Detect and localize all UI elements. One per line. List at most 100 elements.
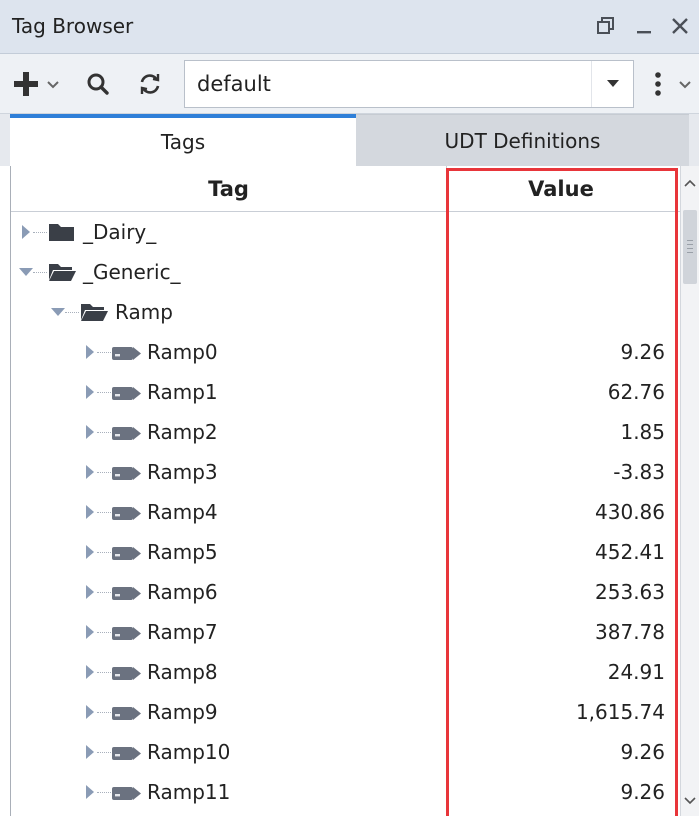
expand-arrow-icon[interactable]: [83, 664, 97, 680]
tag-name: Ramp1: [147, 380, 218, 404]
tag-cell[interactable]: Ramp5: [11, 532, 447, 572]
restore-icon[interactable]: [588, 8, 624, 44]
close-icon[interactable]: [662, 8, 698, 44]
tag-icon: [111, 460, 141, 484]
expand-arrow-icon[interactable]: [83, 384, 97, 400]
table-row[interactable]: _Generic_: [11, 252, 680, 292]
tag-icon: [111, 580, 141, 604]
refresh-icon: [140, 74, 160, 94]
scroll-down-icon[interactable]: [681, 792, 699, 810]
tag-icon: [111, 660, 141, 684]
expand-arrow-icon[interactable]: [83, 744, 97, 760]
tag-cell[interactable]: Ramp6: [11, 572, 447, 612]
tag-cell[interactable]: Ramp7: [11, 612, 447, 652]
expand-arrow-icon[interactable]: [19, 224, 33, 240]
tag-cell[interactable]: Ramp8: [11, 652, 447, 692]
scrollbar-thumb[interactable]: [683, 210, 697, 284]
expand-arrow-icon[interactable]: [83, 584, 97, 600]
tab-udt-definitions[interactable]: UDT Definitions: [356, 114, 689, 166]
plus-icon: [14, 72, 59, 96]
table-row[interactable]: Ramp9 1,615.74: [11, 692, 680, 732]
window-title: Tag Browser: [12, 14, 134, 38]
tag-name: _Generic_: [83, 260, 181, 284]
more-options-button[interactable]: [644, 64, 696, 104]
folder-open-icon: [79, 300, 109, 324]
tag-table: Tag Value _Dairy_ _Generic_ Ramp Ramp0 9.26 R…: [10, 166, 680, 816]
tag-value: 253.63: [595, 580, 665, 604]
tag-cell[interactable]: Ramp11: [11, 772, 447, 812]
search-button[interactable]: [80, 64, 116, 104]
table-row[interactable]: Ramp7 387.78: [11, 612, 680, 652]
tag-cell[interactable]: Ramp2: [11, 412, 447, 452]
tag-value: [447, 252, 665, 292]
refresh-button[interactable]: [132, 64, 168, 104]
tag-cell[interactable]: Ramp0: [11, 332, 447, 372]
tag-cell[interactable]: Ramp1: [11, 372, 447, 412]
tab-tags[interactable]: Tags: [10, 114, 356, 166]
column-header-tag[interactable]: Tag: [11, 166, 447, 212]
tag-value: 24.91: [607, 660, 665, 684]
tag-cell[interactable]: Ramp4: [11, 492, 447, 532]
tree-connector: [97, 512, 111, 513]
tag-value: 62.76: [607, 380, 665, 404]
tag-cell[interactable]: _Dairy_: [11, 212, 447, 252]
tag-name: Ramp0: [147, 340, 218, 364]
tag-icon: [111, 540, 141, 564]
table-row[interactable]: Ramp4 430.86: [11, 492, 680, 532]
tag-name: Ramp9: [147, 700, 218, 724]
table-row[interactable]: Ramp10 9.26: [11, 732, 680, 772]
table-row[interactable]: Ramp2 1.85: [11, 412, 680, 452]
expand-arrow-icon[interactable]: [83, 704, 97, 720]
tag-name: Ramp10: [147, 740, 231, 764]
table-row[interactable]: Ramp11 9.26: [11, 772, 680, 812]
tag-cell[interactable]: Ramp3: [11, 452, 447, 492]
tag-name: Ramp7: [147, 620, 218, 644]
tag-value: 1,615.74: [575, 700, 665, 724]
table-row[interactable]: Ramp0 9.26: [11, 332, 680, 372]
expand-arrow-icon[interactable]: [83, 544, 97, 560]
chevron-down-icon[interactable]: [591, 61, 633, 107]
expand-arrow-icon[interactable]: [83, 784, 97, 800]
collapse-arrow-icon[interactable]: [19, 264, 33, 280]
add-button[interactable]: [8, 64, 64, 104]
tag-name: Ramp4: [147, 500, 218, 524]
tag-value: -3.83: [613, 460, 665, 484]
tag-icon: [111, 740, 141, 764]
table-row[interactable]: Ramp8 24.91: [11, 652, 680, 692]
table-row[interactable]: Ramp5 452.41: [11, 532, 680, 572]
toolbar: default: [0, 54, 699, 114]
tag-cell[interactable]: Ramp9: [11, 692, 447, 732]
expand-arrow-icon[interactable]: [83, 624, 97, 640]
tree-connector: [65, 312, 79, 313]
tag-cell[interactable]: _Generic_: [11, 252, 447, 292]
folder-open-icon: [47, 260, 77, 284]
expand-arrow-icon[interactable]: [83, 424, 97, 440]
tag-cell[interactable]: Ramp10: [11, 732, 447, 772]
tag-icon: [111, 380, 141, 404]
table-row[interactable]: Ramp3 -3.83: [11, 452, 680, 492]
scroll-up-icon[interactable]: [681, 174, 699, 192]
tag-name: Ramp2: [147, 420, 218, 444]
table-row[interactable]: Ramp6 253.63: [11, 572, 680, 612]
table-row[interactable]: _Dairy_: [11, 212, 680, 252]
table-row[interactable]: Ramp: [11, 292, 680, 332]
column-header-value[interactable]: Value: [447, 166, 675, 212]
expand-arrow-icon[interactable]: [83, 504, 97, 520]
expand-arrow-icon[interactable]: [83, 464, 97, 480]
tag-value: 387.78: [595, 620, 665, 644]
expand-arrow-icon[interactable]: [83, 344, 97, 360]
title-bar: Tag Browser: [0, 0, 699, 54]
table-row[interactable]: Ramp1 62.76: [11, 372, 680, 412]
tag-provider-value: default: [197, 72, 271, 96]
tag-cell[interactable]: Ramp: [11, 292, 447, 332]
tag-provider-select[interactable]: default: [184, 60, 634, 108]
tag-name: Ramp5: [147, 540, 218, 564]
tag-value: 9.26: [620, 780, 665, 804]
more-vertical-icon: [655, 72, 691, 96]
vertical-scrollbar[interactable]: [680, 166, 699, 816]
search-icon: [87, 73, 109, 95]
minimize-icon[interactable]: [626, 8, 662, 44]
collapse-arrow-icon[interactable]: [51, 304, 65, 320]
tree-connector: [97, 672, 111, 673]
tag-value: 9.26: [620, 340, 665, 364]
